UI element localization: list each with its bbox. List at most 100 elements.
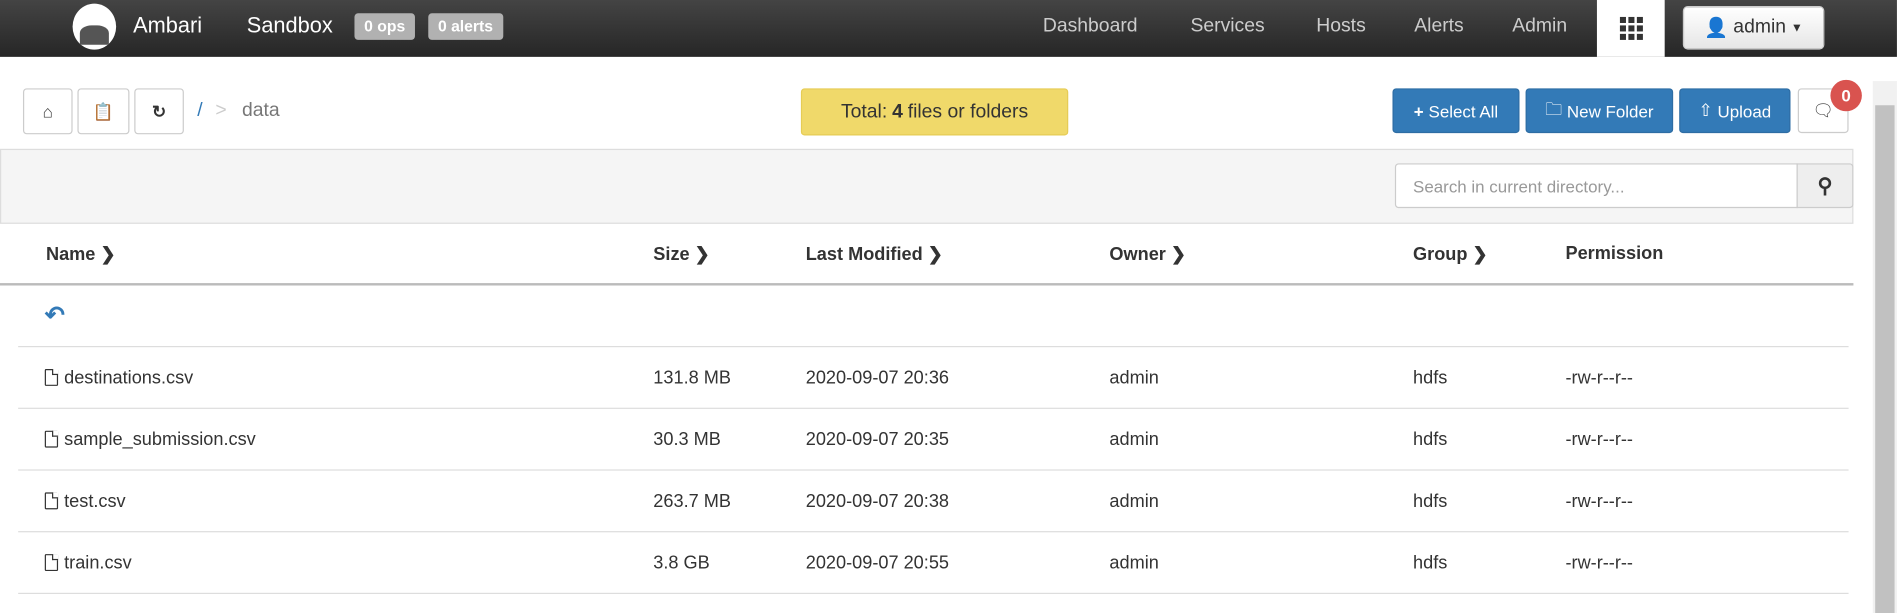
cell-owner: admin xyxy=(1109,368,1158,389)
cell-owner: admin xyxy=(1109,429,1158,450)
upload-label: Upload xyxy=(1717,101,1772,121)
back-arrow-icon[interactable]: ↶ xyxy=(45,300,65,330)
group-text: hdfs xyxy=(1413,367,1448,389)
cell-modified: 2020-09-07 20:35 xyxy=(806,429,949,450)
brand-name[interactable]: Ambari xyxy=(133,13,202,38)
breadcrumb-root[interactable]: / xyxy=(197,100,202,122)
comment-icon: 🗨 xyxy=(1812,100,1834,120)
nav-services[interactable]: Services xyxy=(1190,16,1264,38)
user-icon: 👤 xyxy=(1704,18,1729,39)
cell-permission: -rw-r--r-- xyxy=(1565,368,1633,389)
file-icon xyxy=(44,492,59,510)
cell-name[interactable]: sample_submission.csv xyxy=(44,429,256,451)
size-text: 131.8 MB xyxy=(653,367,731,389)
cell-name[interactable]: train.csv xyxy=(44,553,132,573)
refresh-button[interactable]: ↻ xyxy=(134,88,184,135)
column-header-last-modified[interactable]: Last Modified ❯ xyxy=(806,243,943,265)
ambari-logo-icon[interactable] xyxy=(72,3,117,50)
search-input[interactable] xyxy=(1394,163,1798,209)
cell-owner: admin xyxy=(1109,553,1158,574)
home-icon: ⌂ xyxy=(42,101,53,121)
plus-icon: + xyxy=(1413,101,1424,121)
select-all-button[interactable]: + Select All xyxy=(1392,88,1520,134)
table-row[interactable]: destinations.csv 131.8 MB 2020-09-07 20:36… xyxy=(18,347,1849,409)
breadcrumb-separator: > xyxy=(215,100,227,121)
upload-button[interactable]: ⇧ Upload xyxy=(1679,88,1791,134)
table-row[interactable]: test.csv 263.7 MB 2020-09-07 20:38 admin hdf… xyxy=(18,471,1849,533)
copy-path-button[interactable]: 📋 xyxy=(77,88,130,135)
owner-text: admin xyxy=(1109,429,1159,451)
new-folder-button[interactable]: 🗀 New Folder xyxy=(1525,88,1674,134)
permission-text: -rw-r--r-- xyxy=(1565,367,1633,389)
cell-permission: -rw-r--r-- xyxy=(1565,553,1633,574)
cell-group: hdfs xyxy=(1413,553,1447,574)
nav-hosts[interactable]: Hosts xyxy=(1316,16,1365,38)
file-icon xyxy=(44,554,59,572)
paste-icon: 📋 xyxy=(92,101,114,121)
cell-owner: admin xyxy=(1109,491,1158,512)
owner-text: admin xyxy=(1109,367,1159,389)
scrollbar-thumb[interactable] xyxy=(1875,105,1895,613)
cell-name[interactable]: destinations.csv xyxy=(44,367,194,389)
cell-permission: -rw-r--r-- xyxy=(1565,491,1633,512)
grid-icon xyxy=(1619,16,1643,40)
column-header-name[interactable]: Name ❯ xyxy=(46,243,116,265)
user-menu-button[interactable]: 👤 admin ▼ xyxy=(1682,6,1825,50)
caret-down-icon: ▼ xyxy=(1790,21,1803,35)
group-text: hdfs xyxy=(1413,429,1448,451)
size-text: 263.7 MB xyxy=(653,491,731,512)
new-folder-label: New Folder xyxy=(1566,101,1654,121)
table-row[interactable]: train.csv 3.8 GB 2020-09-07 20:55 admin hdfs… xyxy=(18,532,1849,595)
select-all-label: Select All xyxy=(1428,101,1499,121)
cell-size: 131.8 MB xyxy=(653,368,731,389)
cell-size: 30.3 MB xyxy=(653,429,721,450)
modified-text: 2020-09-07 20:55 xyxy=(805,552,950,574)
permission-text: -rw-r--r-- xyxy=(1565,429,1633,451)
modified-text: 2020-09-07 20:36 xyxy=(805,367,950,389)
name-text: test.csv xyxy=(64,491,126,512)
views-grid-button[interactable] xyxy=(1596,0,1665,57)
modified-text: 2020-09-07 20:38 xyxy=(805,491,950,512)
cell-group: hdfs xyxy=(1413,429,1447,450)
size-text: 30.3 MB xyxy=(653,429,721,451)
file-icon xyxy=(44,430,59,448)
owner-text: admin xyxy=(1109,491,1159,512)
nav-dashboard[interactable]: Dashboard xyxy=(1043,16,1138,38)
search-icon: ⚲ xyxy=(1817,173,1833,197)
alerts-badge[interactable]: 0 alerts xyxy=(428,13,503,40)
group-text: hdfs xyxy=(1413,552,1448,574)
total-count: 4 xyxy=(892,101,903,122)
folder-icon: 🗀 xyxy=(1545,98,1563,118)
owner-text: admin xyxy=(1109,552,1159,574)
nav-alerts[interactable]: Alerts xyxy=(1414,16,1463,38)
cell-modified: 2020-09-07 20:38 xyxy=(806,491,949,512)
column-header-group[interactable]: Group ❯ xyxy=(1413,243,1488,265)
table-row[interactable]: sample_submission.csv 30.3 MB 2020-09-07 2… xyxy=(18,409,1849,471)
column-header-size[interactable]: Size ❯ xyxy=(653,243,710,265)
cell-permission: -rw-r--r-- xyxy=(1565,429,1633,450)
ops-badge[interactable]: 0 ops xyxy=(354,13,415,40)
cell-size: 263.7 MB xyxy=(653,491,731,512)
column-header-permission: Permission xyxy=(1565,243,1664,264)
parent-directory-row[interactable]: ↶ xyxy=(18,286,1849,348)
cell-size: 3.8 GB xyxy=(653,553,710,574)
nav-admin[interactable]: Admin xyxy=(1512,16,1567,38)
search-button[interactable]: ⚲ xyxy=(1796,163,1854,209)
group-text: hdfs xyxy=(1413,491,1448,512)
column-header-owner[interactable]: Owner ❯ xyxy=(1109,243,1186,265)
file-browser: Ambari Sandbox 0 ops 0 alerts Dashboard … xyxy=(0,0,1897,613)
notification-count-badge: 0 xyxy=(1830,79,1862,112)
refresh-icon: ↻ xyxy=(151,101,167,121)
name-text: destinations.csv xyxy=(64,367,194,389)
home-button[interactable]: ⌂ xyxy=(22,88,73,135)
name-text: sample_submission.csv xyxy=(64,429,256,451)
size-text: 3.8 GB xyxy=(653,552,710,574)
cell-name[interactable]: test.csv xyxy=(44,491,126,512)
permission-text: -rw-r--r-- xyxy=(1565,491,1633,512)
user-name: admin xyxy=(1733,16,1787,38)
file-icon xyxy=(44,368,59,386)
cluster-name[interactable]: Sandbox xyxy=(247,13,333,38)
total-label: Total: xyxy=(840,101,888,122)
upload-icon: ⇧ xyxy=(1698,100,1713,120)
permission-text: -rw-r--r-- xyxy=(1565,552,1633,574)
